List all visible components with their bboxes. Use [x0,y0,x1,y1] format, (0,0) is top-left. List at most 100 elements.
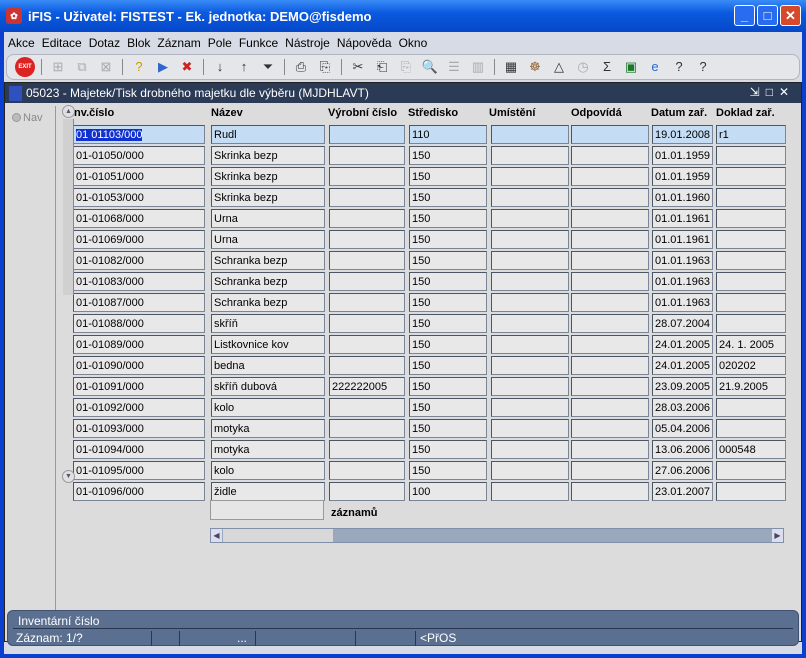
cell-inv-cislo[interactable]: 01-01096/000 [73,482,205,501]
cell-vyrobni-cislo[interactable] [329,293,405,312]
cell-nazev[interactable]: Schranka bezp [211,293,325,312]
cell-nazev[interactable]: bedna [211,356,325,375]
clock-icon[interactable]: ◷ [573,57,593,77]
cell-stredisko[interactable]: 150 [409,419,487,438]
menu-6[interactable]: Funkce [239,36,278,50]
insert-record-icon[interactable]: ⊞ [48,57,68,77]
cell-odpovida[interactable] [571,377,649,396]
cell-inv-cislo[interactable]: 01-01068/000 [73,209,205,228]
cell-vyrobni-cislo[interactable] [329,335,405,354]
cell-doklad-zar[interactable]: 24. 1. 2005 [716,335,786,354]
cell-datum-zar[interactable]: 01.01.1961 [652,209,713,228]
cell-vyrobni-cislo[interactable] [329,188,405,207]
cell-vyrobni-cislo[interactable] [329,230,405,249]
close-button[interactable]: ✕ [780,5,801,26]
cell-stredisko[interactable]: 150 [409,293,487,312]
cell-datum-zar[interactable]: 28.03.2006 [652,398,713,417]
form-window-controls[interactable]: ⇲□✕ [750,85,795,99]
cell-stredisko[interactable]: 150 [409,398,487,417]
cell-vyrobni-cislo[interactable] [329,482,405,501]
menu-2[interactable]: Dotaz [89,36,120,50]
cell-umisteni[interactable] [491,482,569,501]
minimize-button[interactable]: _ [734,5,755,26]
scroll-down-icon[interactable]: ▼ [62,470,75,483]
cut-icon[interactable]: ✂ [348,57,368,77]
cell-stredisko[interactable]: 150 [409,335,487,354]
cell-stredisko[interactable]: 150 [409,188,487,207]
cell-inv-cislo[interactable]: 01 01103/000 [73,125,205,144]
cell-odpovida[interactable] [571,230,649,249]
menu-0[interactable]: Akce [8,36,35,50]
browser-icon[interactable]: e [645,57,665,77]
cell-odpovida[interactable] [571,314,649,333]
cell-doklad-zar[interactable] [716,398,786,417]
cell-umisteni[interactable] [491,335,569,354]
cell-nazev[interactable]: Urna [211,209,325,228]
cell-datum-zar[interactable]: 28.07.2004 [652,314,713,333]
duplicate-record-icon[interactable]: ⧉ [72,57,92,77]
cell-doklad-zar[interactable] [716,167,786,186]
cell-doklad-zar[interactable]: 020202 [716,356,786,375]
filter-icon[interactable]: ⏷ [258,57,278,77]
cell-vyrobni-cislo[interactable] [329,440,405,459]
cell-vyrobni-cislo[interactable] [329,356,405,375]
print-setup-icon[interactable]: ⎘ [315,57,335,77]
cell-vyrobni-cislo[interactable] [329,461,405,480]
cell-datum-zar[interactable]: 19.01.2008 [652,125,713,144]
cell-vyrobni-cislo[interactable] [329,125,405,144]
cell-stredisko[interactable]: 110 [409,125,487,144]
cell-odpovida[interactable] [571,167,649,186]
cell-nazev[interactable]: Rudl [211,125,325,144]
cell-odpovida[interactable] [571,419,649,438]
cell-odpovida[interactable] [571,293,649,312]
menu-3[interactable]: Blok [127,36,150,50]
cell-inv-cislo[interactable]: 01-01093/000 [73,419,205,438]
cell-stredisko[interactable]: 150 [409,230,487,249]
cell-doklad-zar[interactable]: 000548 [716,440,786,459]
cell-inv-cislo[interactable]: 01-01095/000 [73,461,205,480]
cell-vyrobni-cislo[interactable] [329,419,405,438]
cell-odpovida[interactable] [571,398,649,417]
cell-doklad-zar[interactable]: r1 [716,125,786,144]
cell-inv-cislo[interactable]: 01-01089/000 [73,335,205,354]
cancel-query-icon[interactable]: ✖ [177,57,197,77]
zoom-icon[interactable]: 🔍 [420,57,440,77]
print-icon[interactable]: ⎙ [291,57,311,77]
cell-inv-cislo[interactable]: 01-01092/000 [73,398,205,417]
menu-5[interactable]: Pole [208,36,232,50]
cell-odpovida[interactable] [571,188,649,207]
scroll-right-icon[interactable]: ▶ [772,529,783,542]
cell-inv-cislo[interactable]: 01-01082/000 [73,251,205,270]
cell-umisteni[interactable] [491,461,569,480]
cell-nazev[interactable]: Urna [211,230,325,249]
cell-datum-zar[interactable]: 13.06.2006 [652,440,713,459]
help-context-icon[interactable]: ? [669,57,689,77]
menu-4[interactable]: Záznam [157,36,200,50]
cell-datum-zar[interactable]: 01.01.1963 [652,272,713,291]
cell-doklad-zar[interactable] [716,461,786,480]
enter-query-icon[interactable]: ? [129,57,149,77]
cell-inv-cislo[interactable]: 01-01094/000 [73,440,205,459]
cell-odpovida[interactable] [571,440,649,459]
cell-doklad-zar[interactable] [716,230,786,249]
cell-doklad-zar[interactable]: 21.9.2005 [716,377,786,396]
cell-nazev[interactable]: kolo [211,461,325,480]
cell-doklad-zar[interactable] [716,314,786,333]
cell-datum-zar[interactable]: 01.01.1963 [652,293,713,312]
cell-nazev[interactable]: kolo [211,398,325,417]
cell-datum-zar[interactable]: 23.01.2007 [652,482,713,501]
help-icon[interactable]: ? [693,57,713,77]
menu-7[interactable]: Nástroje [285,36,330,50]
cell-inv-cislo[interactable]: 01-01051/000 [73,167,205,186]
cell-datum-zar[interactable]: 27.06.2006 [652,461,713,480]
cell-odpovida[interactable] [571,209,649,228]
cell-stredisko[interactable]: 150 [409,209,487,228]
cell-vyrobni-cislo[interactable] [329,209,405,228]
cell-umisteni[interactable] [491,398,569,417]
maximize-button[interactable]: □ [757,5,778,26]
cell-nazev[interactable]: Schranka bezp [211,251,325,270]
sort-descending-icon[interactable]: ↑ [234,57,254,77]
paste-icon[interactable]: ⎘ [396,57,416,77]
cell-datum-zar[interactable]: 24.01.2005 [652,356,713,375]
cell-doklad-zar[interactable] [716,419,786,438]
